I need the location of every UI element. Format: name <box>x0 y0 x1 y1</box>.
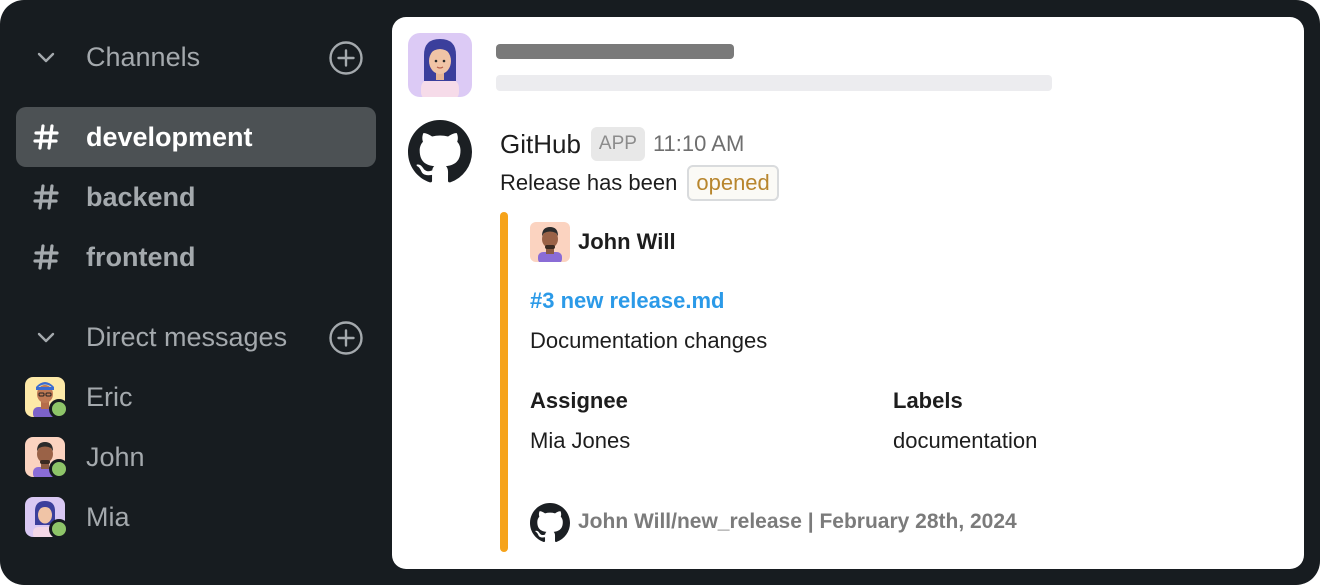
online-status-dot <box>49 399 69 419</box>
channel-label: backend <box>86 182 196 212</box>
channel-label: frontend <box>86 242 196 272</box>
channel-label: development <box>86 122 253 152</box>
channel-item-backend[interactable]: backend <box>16 167 376 227</box>
online-status-dot <box>49 459 69 479</box>
message-timestamp[interactable]: 11:10 AM <box>653 131 744 157</box>
skeleton-text-placeholder <box>496 75 1052 91</box>
hash-icon <box>33 244 59 270</box>
dm-label: Mia <box>86 502 130 532</box>
add-direct-message-icon[interactable] <box>328 320 364 356</box>
chevron-down-icon[interactable] <box>34 45 58 69</box>
dm-item-eric[interactable]: Eric <box>16 367 376 427</box>
attachment-accent-bar <box>500 212 508 552</box>
assignee-field-title: Assignee <box>530 388 628 413</box>
attachment-footer: John Will/new_release | February 28th, 2… <box>578 510 1017 533</box>
channels-section-header[interactable]: Channels <box>0 27 392 87</box>
author-avatar-image <box>530 222 570 262</box>
assignee-field-value: Mia Jones <box>530 428 631 453</box>
message-panel: GitHub APP 11:10 AM Release has been ope… <box>392 17 1304 569</box>
hash-icon <box>33 124 59 150</box>
github-icon <box>530 503 570 543</box>
github-icon[interactable] <box>408 120 472 184</box>
chevron-down-icon[interactable] <box>34 325 58 349</box>
channel-item-frontend[interactable]: frontend <box>16 227 376 287</box>
status-badge: opened <box>687 165 779 201</box>
sender-name[interactable]: GitHub <box>500 129 581 160</box>
attachment-description: Documentation changes <box>530 328 768 353</box>
attachment-title-link[interactable]: #3 new release.md <box>530 286 724 316</box>
app-window: Channels development backend frontend Di… <box>0 0 1320 585</box>
message-text: Release has been <box>500 170 678 195</box>
dm-item-mia[interactable]: Mia <box>16 487 376 547</box>
online-status-dot <box>49 519 69 539</box>
avatar <box>25 377 69 419</box>
channel-item-development[interactable]: development <box>16 107 376 167</box>
dm-label: John <box>86 442 145 472</box>
dm-label: Eric <box>86 382 133 412</box>
avatar <box>25 497 69 539</box>
avatar <box>25 437 69 479</box>
labels-field-value: documentation <box>893 428 1038 453</box>
channels-section-title: Channels <box>86 42 201 72</box>
attachment-author-name: John Will <box>578 229 676 254</box>
hash-icon <box>33 184 59 210</box>
dm-item-john[interactable]: John <box>16 427 376 487</box>
direct-messages-section-title: Direct messages <box>86 322 288 352</box>
add-channel-icon[interactable] <box>328 40 364 76</box>
direct-messages-section-header[interactable]: Direct messages <box>0 307 392 367</box>
labels-field-title: Labels <box>893 388 963 413</box>
app-badge: APP <box>590 127 645 161</box>
sidebar: Channels development backend frontend Di… <box>0 0 392 585</box>
skeleton-name-placeholder <box>496 44 734 59</box>
message-body: Release has been opened <box>500 165 779 201</box>
message-header: GitHub APP 11:10 AM <box>500 125 744 163</box>
user-avatar-image[interactable] <box>408 33 472 97</box>
